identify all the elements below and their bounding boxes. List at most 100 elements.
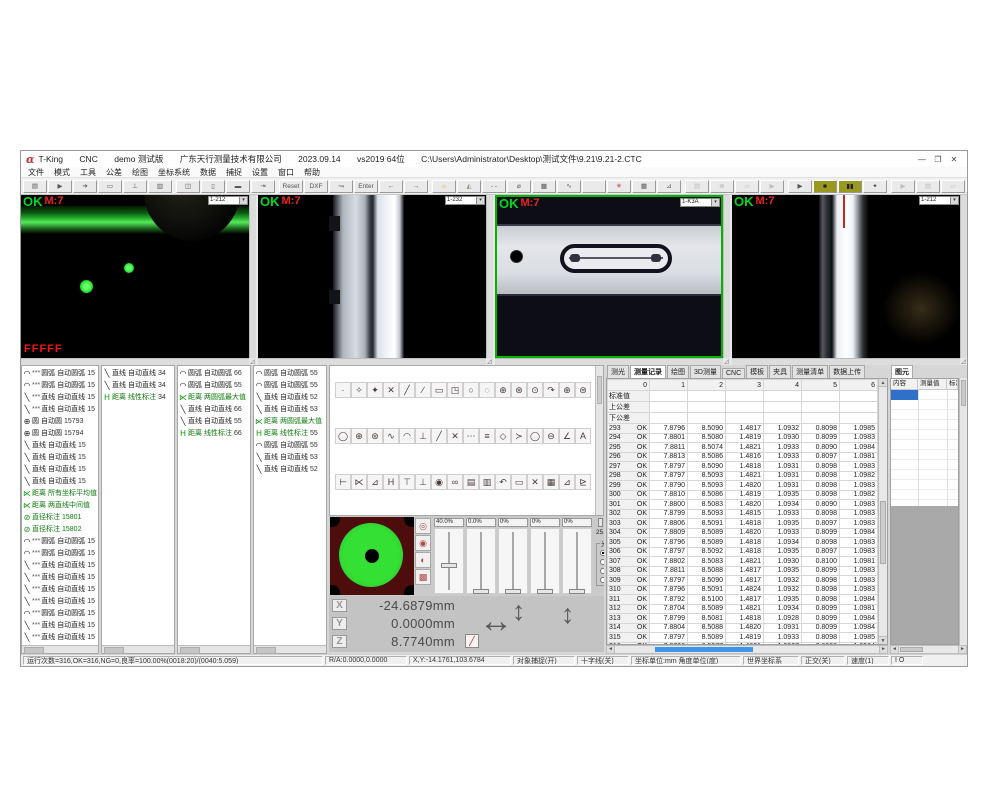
camera-view-2[interactable]: OKM:71-232▾ [258,195,486,358]
table-row[interactable]: 304OK7.88098.50891.48201.09330.80991.098… [608,528,878,538]
chevron-down-icon[interactable]: ▾ [950,197,958,204]
table-row[interactable]: 312OK7.87048.50891.48211.09340.80991.098… [608,604,878,614]
measure-tool-button-3-9[interactable]: ▤ [463,474,479,490]
ring-light-preview[interactable] [330,517,414,595]
scroll-down-arrow-icon[interactable]: ▼ [879,636,887,644]
measure-tool-button-3-5[interactable]: ⊤ [399,474,415,490]
table-row[interactable]: 298OK7.87978.50931.48211.09310.80981.098… [608,471,878,481]
measure-tool-button-1-8[interactable]: ◳ [447,382,463,398]
feature-row[interactable]: ╲直线自动直线52 [254,463,326,475]
minimize-button[interactable]: — [914,155,930,164]
measure-tool-button-2-3[interactable]: ⊛ [367,428,383,444]
element-horizontal-scrollbar[interactable]: ◄ ► [890,645,967,654]
table-row[interactable]: 309OK7.87978.50901.48171.09320.80981.098… [608,576,878,586]
measure-tool-button-2-14[interactable]: ⊖ [543,428,559,444]
camera-lens-dropdown[interactable]: 1-K3A▾ [680,198,720,207]
measure-tool-button-3-6[interactable]: ⊥ [415,474,431,490]
feature-list-scrollbar[interactable] [178,645,250,653]
feature-row[interactable]: ╲***直线自动直线15 [22,559,98,571]
feature-row[interactable]: ◠圆弧自动圆弧55 [254,439,326,451]
feature-row[interactable]: ╲***直线自动直线15 [22,631,98,643]
chevron-down-icon[interactable]: ▾ [711,199,719,206]
feature-list-scrollbar[interactable] [254,645,326,653]
calibrate-button[interactable]: ⊥ [123,180,147,193]
measure-tool-button-1-4[interactable]: ✕ [383,382,399,398]
measure-tool-button-3-8[interactable]: ∞ [447,474,463,490]
ring-light-segment-button-4[interactable]: ▩ [415,569,431,585]
feature-row[interactable]: ╲直线自动直线34 [102,379,174,391]
feature-row[interactable]: ╲直线自动直线15 [22,439,98,451]
camera-lens-dropdown[interactable]: 1-212▾ [208,196,248,205]
measure-tool-button-1-6[interactable]: ∕ [415,382,431,398]
feature-row[interactable]: H距离线性标注66 [178,427,250,439]
measure-tool-button-1-2[interactable]: ✧ [351,382,367,398]
color-cal-radio[interactable] [600,577,604,583]
tab-7[interactable]: 测量清单 [792,365,828,378]
feature-row[interactable]: ╲直线自动直线15 [22,475,98,487]
tab-1[interactable]: 测量记录 [630,365,666,378]
measure-tool-button-2-8[interactable]: ✕ [447,428,463,444]
measure-tool-button-3-14[interactable]: ▦ [543,474,559,490]
measurement-table[interactable]: 0123456标准值上公差下公差293OK7.87968.50901.48171… [607,379,878,644]
measure-tool-button-2-6[interactable]: ⊥ [415,428,431,444]
feature-row[interactable]: ╲直线自动直线52 [254,391,326,403]
measure-tool-button-1-12[interactable]: ⊛ [511,382,527,398]
scroll-up-arrow-icon[interactable]: ▲ [879,379,887,387]
table-row[interactable]: 307OK7.88028.50831.48211.09300.81001.098… [608,557,878,567]
zoom-slider-thumb[interactable] [598,518,603,527]
light-slider-thumb[interactable] [569,589,585,594]
manual-move-button[interactable]: ╱ [465,634,479,648]
camera-horizontal-scrollbar[interactable] [21,358,249,365]
measure-tool-button-1-14[interactable]: ↷ [543,382,559,398]
table-row[interactable]: 314OK7.88048.50881.48201.09310.80991.098… [608,623,878,633]
table-col-header-5[interactable]: 5 [802,380,840,391]
laser-button[interactable]: ✳ [607,180,631,193]
light-slider-2[interactable]: 0.0% [466,518,496,594]
feature-row[interactable]: ╲直线自动直线15 [22,463,98,475]
jog-vertical-arrows-icon[interactable]: ↕ [512,598,526,625]
matrix-button[interactable]: ▦ [632,180,656,193]
feature-row[interactable]: H距离线性标注55 [254,427,326,439]
jog-horizontal-arrows-icon[interactable]: ↔ [479,604,513,638]
table-hscroll-thumb[interactable] [655,647,753,652]
measure-tool-button-3-4[interactable]: H [383,474,399,490]
tab-element[interactable]: 图元 [891,365,913,378]
table-col-header-0[interactable]: 0 [608,380,650,391]
measure-tool-button-3-10[interactable]: ▥ [479,474,495,490]
feature-row[interactable]: ⋉距离两直线中间值 [22,499,98,511]
table-row[interactable]: 300OK7.88108.50861.48191.09350.80981.098… [608,490,878,500]
scroll-right-arrow-icon[interactable]: ► [958,646,966,653]
table-col-header-3[interactable]: 3 [726,380,764,391]
measure-tool-button-2-13[interactable]: ◯ [527,428,543,444]
measure-tool-button-1-7[interactable]: ▭ [431,382,447,398]
camera-lens-dropdown[interactable]: 1-212▾ [919,196,959,205]
light-slider-3[interactable]: 0% [498,518,528,594]
menu-item-4[interactable]: 绘图 [127,167,153,178]
light-slider-track[interactable] [466,528,496,594]
camera-view-4[interactable]: OKM:71-212▾ [732,195,960,358]
measure-tool-button-2-12[interactable]: ≻ [511,428,527,444]
feature-row[interactable]: ◠***圆弧自动圆弧15 [22,607,98,619]
measure-tool-button-1-5[interactable]: ╱ [399,382,415,398]
measure-tool-button-2-16[interactable]: A [575,428,591,444]
table-row[interactable]: 311OK7.87928.51001.48171.09350.80981.098… [608,595,878,605]
lamp-button[interactable]: ☼ [432,180,456,193]
scroll-left-arrow-icon[interactable]: ◄ [891,646,899,653]
measure-tool-button-2-10[interactable]: ≡ [479,428,495,444]
selected-cell[interactable] [891,390,918,400]
feature-row[interactable]: ◠圆弧自动圆弧66 [178,367,250,379]
light-slider-track[interactable] [530,528,560,594]
scroll-right-arrow-icon[interactable]: ► [879,646,887,653]
open-folder-button[interactable]: ▱ [735,180,759,193]
measure-tool-button-3-3[interactable]: ⊿ [367,474,383,490]
palette-scrollbar[interactable] [595,366,603,515]
feature-row[interactable]: ◠圆弧自动圆弧55 [178,379,250,391]
feature-list-scrollbar[interactable] [102,645,174,653]
feature-row[interactable]: ◠圆弧自动圆弧55 [254,367,326,379]
camera-view-1[interactable]: OKM:71-212▾FFFFF [21,195,249,358]
feature-row[interactable]: ╲直线自动直线53 [254,403,326,415]
table-col-header-4[interactable]: 4 [764,380,802,391]
tab-4[interactable]: CNC [722,368,745,378]
feature-row[interactable]: H距离线性标注34 [102,391,174,403]
dxf-button[interactable]: DXF [304,180,328,193]
